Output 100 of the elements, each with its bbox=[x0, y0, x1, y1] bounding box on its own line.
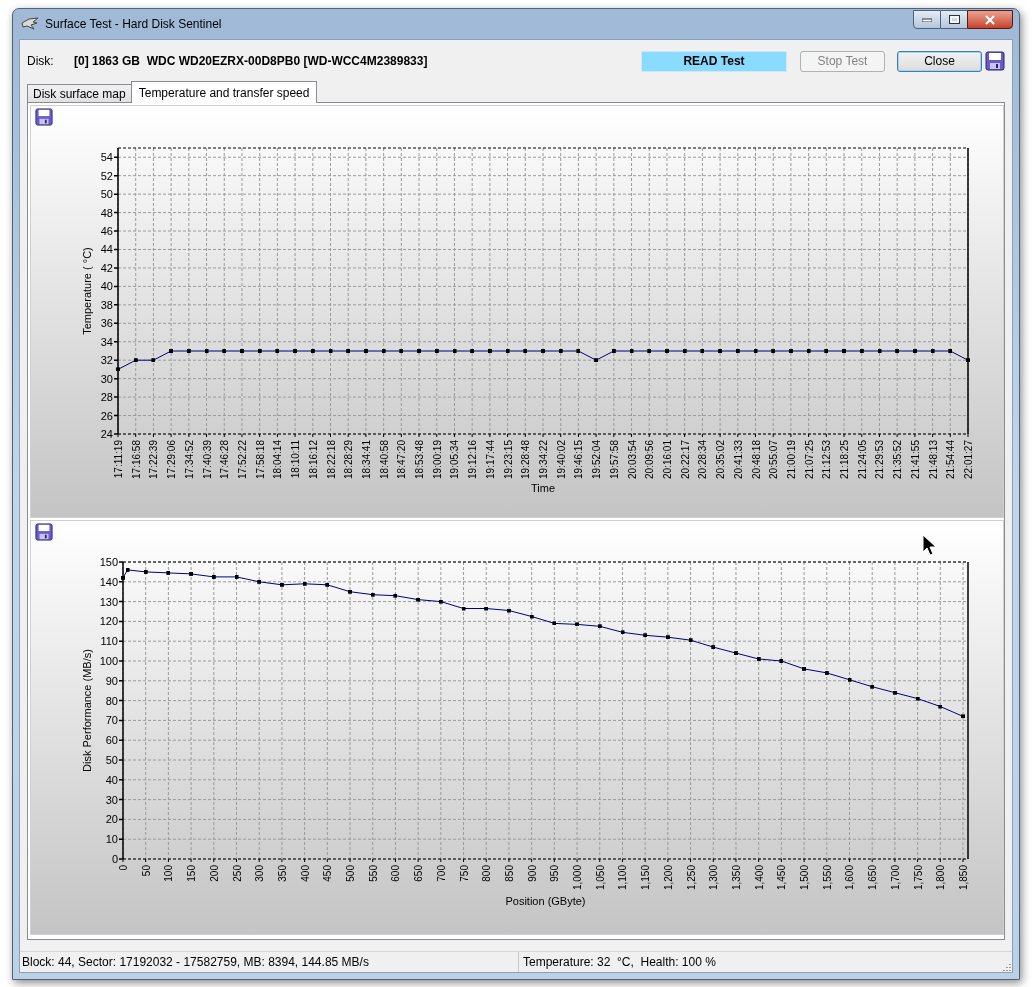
tick-label: 21:00:19 bbox=[785, 440, 797, 479]
tick-label: 500 bbox=[345, 865, 357, 882]
tick-label: 18:16:12 bbox=[307, 440, 319, 479]
tick-label: 400 bbox=[299, 865, 311, 882]
tick-label: 28 bbox=[100, 391, 113, 404]
tick-label: 30 bbox=[100, 372, 113, 385]
save-icon[interactable] bbox=[35, 523, 53, 541]
close-button[interactable] bbox=[967, 10, 1013, 29]
tick-label: 0 bbox=[111, 853, 118, 865]
tick-label: 1,850 bbox=[958, 865, 969, 891]
tick-label: 19:46:15 bbox=[573, 440, 585, 479]
tick-label: 20:35:02 bbox=[715, 440, 727, 479]
tick-label: 0 bbox=[118, 865, 129, 871]
tab[interactable]: Disk surface map bbox=[27, 84, 132, 103]
tick-label: 21:12:53 bbox=[821, 440, 833, 479]
save-icon[interactable] bbox=[985, 51, 1005, 71]
tick-label: 450 bbox=[322, 865, 334, 882]
tick-label: 17:11:19 bbox=[113, 440, 124, 479]
tick-label: 100 bbox=[99, 655, 118, 667]
tick-label: 900 bbox=[526, 865, 538, 882]
tick-label: 30 bbox=[105, 793, 118, 806]
tick-label: 1,050 bbox=[594, 865, 606, 891]
tick-label: 19:34:22 bbox=[538, 440, 549, 479]
tick-label: 21:48:13 bbox=[927, 440, 939, 479]
tick-label: 40 bbox=[100, 280, 113, 293]
tick-label: 10 bbox=[105, 833, 118, 846]
tick-label: 700 bbox=[435, 865, 447, 882]
tick-label: 17:46:28 bbox=[219, 440, 231, 479]
tick-label: 140 bbox=[99, 575, 118, 588]
tick-label: 850 bbox=[503, 865, 515, 882]
tick-label: 44 bbox=[100, 243, 113, 256]
axis-title: Position (GByte) bbox=[505, 895, 586, 907]
tick-label: 1,700 bbox=[889, 865, 901, 891]
tick-label: 19:12:16 bbox=[467, 440, 479, 479]
disk-label: Disk: bbox=[27, 53, 55, 70]
tick-label: 110 bbox=[100, 635, 118, 648]
tick-label: 19:23:15 bbox=[502, 440, 514, 479]
tick-label: 19:57:58 bbox=[608, 440, 620, 479]
tick-label: 26 bbox=[100, 409, 113, 422]
tab[interactable]: Temperature and transfer speed bbox=[130, 81, 318, 103]
tick-label: 20:28:34 bbox=[697, 440, 709, 479]
status-text: Block: 44, Sector: 17192032 - 17582759, MB: 8394, 144.85 MB/s bbox=[20, 952, 519, 972]
tick-label: 1,650 bbox=[867, 865, 879, 891]
tick-label: 1,300 bbox=[708, 865, 720, 891]
tick-label: 17:40:39 bbox=[201, 440, 213, 479]
close-icon bbox=[984, 14, 996, 25]
tick-label: 18:53:48 bbox=[414, 440, 426, 479]
tick-label: 24 bbox=[100, 428, 113, 440]
tick-label: 1,750 bbox=[912, 865, 924, 891]
tick-label: 18:28:29 bbox=[343, 440, 355, 479]
tick-label: 52 bbox=[100, 169, 113, 182]
tick-label: 1,200 bbox=[662, 865, 674, 891]
tick-label: 200 bbox=[208, 865, 220, 882]
tick-label: 1,150 bbox=[640, 865, 652, 891]
tick-label: 18:04:14 bbox=[272, 440, 284, 479]
tick-label: 21:07:25 bbox=[803, 440, 815, 479]
tick-label: 18:34:41 bbox=[360, 440, 372, 479]
tick-label: 650 bbox=[413, 865, 425, 882]
tick-label: 32 bbox=[100, 354, 113, 367]
close-dialog-button[interactable]: Close bbox=[897, 50, 982, 72]
maximize-icon bbox=[948, 15, 960, 24]
status-indicator: READ Test bbox=[641, 50, 787, 72]
tick-label: 1,450 bbox=[776, 865, 788, 891]
tick-label: 19:05:34 bbox=[449, 440, 461, 479]
tick-label: 130 bbox=[99, 595, 118, 608]
tick-label: 50 bbox=[100, 188, 113, 201]
tick-label: 18:47:20 bbox=[396, 440, 408, 479]
minimize-icon bbox=[922, 17, 932, 22]
tick-label: 1,500 bbox=[799, 865, 811, 891]
tick-label: 250 bbox=[231, 865, 243, 882]
window-title: Surface Test - Hard Disk Sentinel bbox=[45, 16, 222, 33]
tick-label: 150 bbox=[186, 865, 198, 882]
tick-label: 21:18:25 bbox=[839, 440, 851, 479]
minimize-button[interactable] bbox=[913, 10, 941, 29]
tick-label: 17:22:39 bbox=[148, 440, 160, 479]
tick-label: 20 bbox=[105, 813, 118, 826]
tick-label: 20:09:56 bbox=[644, 440, 656, 479]
maximize-button[interactable] bbox=[941, 10, 967, 29]
tick-label: 750 bbox=[458, 865, 470, 882]
tick-label: 70 bbox=[105, 714, 118, 727]
tick-label: 150 bbox=[99, 556, 118, 568]
tick-label: 80 bbox=[105, 694, 118, 707]
tick-label: 20:03:54 bbox=[626, 440, 638, 479]
tick-label: 20:16:01 bbox=[661, 440, 673, 479]
tick-label: 19:28:48 bbox=[520, 440, 532, 479]
tick-label: 19:17:44 bbox=[484, 440, 496, 479]
tick-label: 950 bbox=[549, 865, 561, 882]
tick-label: 1,600 bbox=[844, 865, 856, 891]
resize-grip-icon bbox=[1001, 962, 1011, 972]
tick-label: 17:16:58 bbox=[130, 440, 142, 479]
save-icon[interactable] bbox=[35, 108, 53, 126]
tick-label: 17:58:18 bbox=[254, 440, 266, 479]
tick-label: 34 bbox=[100, 335, 113, 348]
tick-label: 36 bbox=[100, 317, 113, 330]
disk-name: [0] 1863 GB WDC WD20EZRX-00D8PB0 [WD-WCC4M2389833] bbox=[74, 53, 428, 70]
tick-label: 1,550 bbox=[821, 865, 833, 891]
mouse-pointer-icon bbox=[922, 534, 938, 558]
axis-title: Time bbox=[531, 482, 555, 494]
tick-label: 18:10:11 bbox=[290, 440, 302, 479]
tick-label: 18:22:18 bbox=[325, 440, 337, 479]
